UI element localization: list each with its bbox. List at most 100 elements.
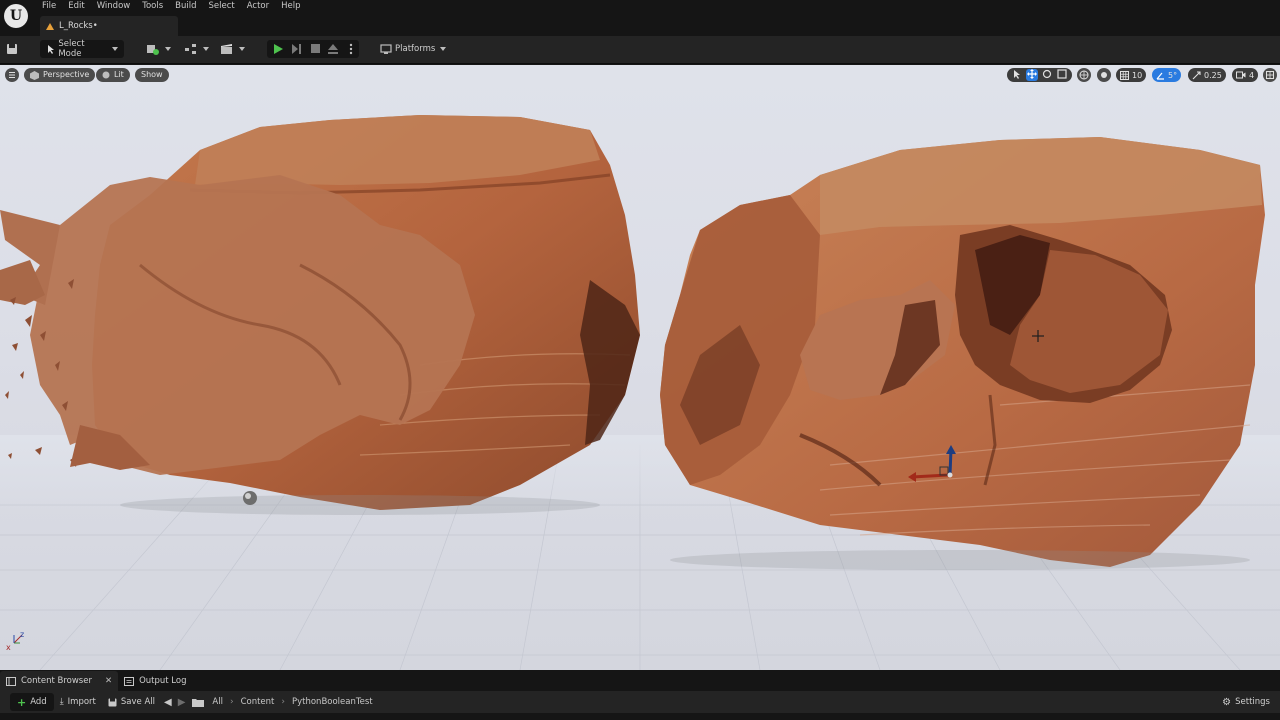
select-tool-icon[interactable] [1011, 69, 1023, 81]
blueprint-button[interactable] [184, 40, 209, 58]
grid-snap-value: 10 [1132, 70, 1143, 80]
step-icon[interactable] [291, 44, 301, 54]
rock-left[interactable] [0, 115, 640, 515]
level-viewport[interactable]: x z Perspective Lit Show 10 5° 0.25 4 [0, 65, 1280, 670]
svg-text:z: z [20, 630, 24, 639]
level-icon [46, 22, 54, 30]
stop-icon[interactable] [311, 44, 321, 54]
bottom-tabs: Content Browser ✕ Output Log [0, 671, 193, 691]
hamburger-icon [9, 72, 15, 78]
axis-indicator: x z [6, 630, 24, 652]
gear-icon: ⚙ [1222, 696, 1232, 708]
forward-icon[interactable]: ▶ [175, 697, 189, 708]
select-mode-dropdown[interactable]: Select Mode [40, 39, 124, 59]
play-controls [267, 40, 359, 58]
add-actor-button[interactable] [146, 40, 171, 58]
lit-label: Lit [114, 70, 124, 79]
level-tab-label: L_Rocks• [59, 21, 98, 31]
main-toolbar: Select Mode Platforms [0, 36, 1280, 64]
save-all-icon [108, 698, 117, 706]
breadcrumb-separator-icon: › [281, 697, 285, 707]
content-browser-toolbar: + Add ⤓ Import Save All ◀ ▶ All › Conten… [0, 691, 1280, 713]
level-tab[interactable]: L_Rocks• [40, 16, 178, 36]
chevron-down-icon [440, 47, 447, 51]
breadcrumb-separator-icon: › [229, 697, 234, 707]
world-local-toggle[interactable] [1077, 68, 1091, 82]
content-browser-panel: Content Browser ✕ Output Log + Add ⤓ Imp… [0, 671, 1280, 720]
camera-icon [1236, 71, 1246, 79]
more-options-icon[interactable] [349, 43, 353, 55]
grid-snap-control[interactable]: 10 [1116, 68, 1147, 82]
tab-content-browser[interactable]: Content Browser ✕ [0, 671, 119, 691]
menu-help[interactable]: Help [275, 0, 306, 12]
import-label: Import [67, 697, 96, 707]
lit-dropdown[interactable]: Lit [96, 68, 130, 82]
import-button[interactable]: ⤓ Import [54, 693, 102, 711]
platforms-dropdown[interactable]: Platforms [380, 40, 447, 58]
menu-edit[interactable]: Edit [62, 0, 90, 12]
camera-speed-value: 4 [1249, 70, 1255, 80]
grid-icon [1120, 70, 1129, 80]
tab-output-log-label: Output Log [139, 676, 187, 686]
camera-speed-control[interactable]: 4 [1232, 68, 1259, 82]
menu-build[interactable]: Build [169, 0, 202, 12]
folder-icon[interactable] [192, 697, 205, 707]
scale-tool-icon[interactable] [1056, 69, 1068, 81]
save-all-label: Save All [120, 697, 155, 707]
viewport-scene[interactable]: x z [0, 65, 1280, 670]
sphere-reflection-capture-icon[interactable] [243, 491, 257, 505]
chevron-down-icon [203, 47, 209, 51]
import-icon: ⤓ [59, 697, 64, 707]
rotate-tool-icon[interactable] [1041, 69, 1053, 81]
svg-text:x: x [6, 643, 11, 652]
breadcrumb-pythonbooleantest[interactable]: PythonBooleanTest [288, 697, 377, 707]
show-label: Show [141, 70, 163, 79]
unreal-logo-icon[interactable]: U [4, 4, 28, 28]
save-icon [7, 44, 17, 54]
viewport-options-button[interactable] [5, 68, 19, 82]
clapperboard-icon [221, 44, 232, 54]
platforms-icon [380, 44, 392, 54]
menu-file[interactable]: File [36, 0, 62, 12]
add-button[interactable]: + Add [10, 693, 54, 711]
rotation-snap-control[interactable]: 5° [1152, 68, 1182, 82]
settings-button[interactable]: ⚙ Settings [1216, 693, 1276, 711]
output-log-icon [124, 676, 135, 686]
menu-tools[interactable]: Tools [136, 0, 169, 12]
lit-sphere-icon [102, 71, 110, 79]
cinematics-button[interactable] [220, 40, 245, 58]
cursor-icon [48, 45, 54, 54]
main-menu: File Edit Window Tools Build Select Acto… [36, 0, 307, 12]
plus-icon: + [17, 695, 27, 709]
surface-snapping-toggle[interactable] [1097, 68, 1111, 82]
layout-grid-icon [1266, 71, 1274, 79]
angle-icon [1156, 72, 1164, 80]
chevron-down-icon [165, 47, 171, 51]
breadcrumb-all[interactable]: All [208, 697, 227, 707]
scale-snap-control[interactable]: 0.25 [1188, 68, 1226, 82]
add-label: Add [30, 697, 47, 707]
select-mode-label: Select Mode [58, 39, 85, 59]
tab-output-log[interactable]: Output Log [118, 671, 192, 691]
viewport-layout-button[interactable] [1263, 68, 1277, 82]
play-icon[interactable] [274, 44, 283, 54]
settings-label: Settings [1235, 697, 1270, 707]
add-cube-icon [147, 45, 159, 55]
eject-icon[interactable] [328, 44, 338, 54]
perspective-label: Perspective [43, 70, 90, 79]
back-icon[interactable]: ◀ [161, 697, 175, 708]
cube-icon [30, 70, 39, 80]
menu-actor[interactable]: Actor [241, 0, 275, 12]
close-icon[interactable]: ✕ [105, 676, 112, 686]
surface-snap-icon [1101, 72, 1107, 78]
translate-tool-icon[interactable] [1026, 69, 1038, 81]
menu-window[interactable]: Window [91, 0, 137, 12]
rotation-snap-value: 5° [1168, 70, 1178, 80]
menu-select[interactable]: Select [203, 0, 241, 12]
breadcrumb-content[interactable]: Content [237, 697, 279, 707]
perspective-dropdown[interactable]: Perspective [24, 68, 96, 82]
chevron-down-icon [112, 47, 118, 51]
show-dropdown[interactable]: Show [135, 68, 169, 82]
save-button[interactable] [6, 40, 18, 58]
save-all-button[interactable]: Save All [102, 693, 161, 711]
